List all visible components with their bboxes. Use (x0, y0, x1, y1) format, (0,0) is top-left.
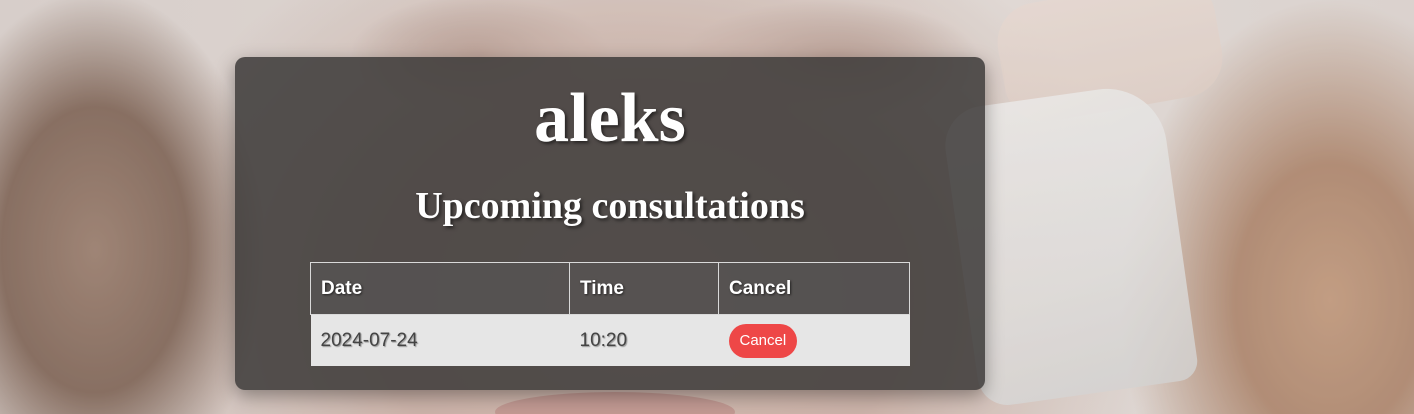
cancel-consultation-button[interactable]: Cancel (728, 323, 798, 358)
column-header-date: Date (310, 262, 570, 315)
consultations-card: aleks Upcoming consultations Date Time C… (235, 57, 985, 390)
cell-cancel: Cancel (718, 314, 910, 366)
consultations-table: Date Time Cancel 2024-07-24 10:20 Cancel (310, 262, 910, 366)
column-header-cancel: Cancel (718, 262, 910, 315)
cell-time: 10:20 (569, 314, 719, 366)
table-header-row: Date Time Cancel (310, 262, 910, 315)
section-title: Upcoming consultations (415, 185, 805, 227)
table-row: 2024-07-24 10:20 Cancel (310, 314, 910, 366)
column-header-time: Time (569, 262, 719, 315)
user-name-heading: aleks (534, 80, 686, 157)
cell-date: 2024-07-24 (310, 314, 570, 366)
